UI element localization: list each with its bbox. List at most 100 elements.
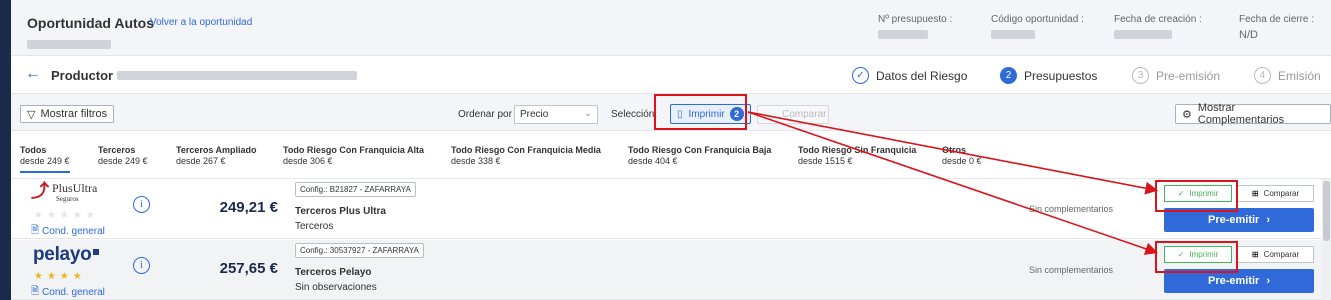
results-toolbar: ▽ Mostrar filtros Ordenar por Precio ⌄ S… <box>11 93 1331 131</box>
complements-status: Sin complementarios <box>1029 265 1114 275</box>
tab-price: desde 1515 € <box>798 156 853 166</box>
compare-button[interactable]: ⊞ Comparar <box>1237 246 1314 263</box>
step-label: Datos del Riesgo <box>876 68 968 83</box>
tab-price: desde 306 € <box>283 156 333 166</box>
rating-stars: ★★★★ <box>34 271 86 282</box>
show-complements-button[interactable]: ⚙ Mostrar Complementarios <box>1175 102 1331 126</box>
tab-todo-riesgo-franquicia-alta[interactable]: Todo Riesgo Con Franquicia Alta desde 306… <box>283 145 424 167</box>
print-selection-button[interactable]: ▯ Imprimir 2 <box>670 104 751 124</box>
close-date-label: Fecha de cierre : <box>1239 14 1315 25</box>
creation-date-value <box>1114 30 1172 39</box>
compare-selection-button[interactable]: Comparar <box>757 105 829 124</box>
tab-terceros[interactable]: Terceros desde 249 € <box>98 145 148 167</box>
left-nav-strip <box>0 0 11 300</box>
pdf-icon: 🗎 <box>31 225 40 236</box>
chevron-right-icon: › <box>1266 214 1271 226</box>
back-to-opportunity-link[interactable]: Volver a la oportunidad <box>150 17 252 28</box>
tab-todo-riesgo-franquicia-media[interactable]: Todo Riesgo Con Franquicia Media desde 33… <box>451 145 601 167</box>
tab-name: Todos <box>20 145 47 155</box>
step-pre-emision[interactable]: 3 Pre-emisión <box>1132 67 1220 84</box>
check-icon: ✓ <box>1177 189 1185 198</box>
tab-name: Terceros Ampliado <box>176 145 257 155</box>
insurer-name: PlusUltra <box>52 181 98 195</box>
selection-label: Selección: <box>611 109 658 120</box>
step-label: Pre-emisión <box>1156 68 1221 83</box>
order-by-label: Ordenar por <box>458 109 512 120</box>
quote-row: ⤴ PlusUltra Seguros ★★★★★ 🗎 Cond. general … <box>11 179 1331 239</box>
info-icon[interactable]: i <box>133 196 150 213</box>
show-filters-button[interactable]: ▽ Mostrar filtros <box>20 105 115 123</box>
tab-name: Todo Riesgo Con Franquicia Alta <box>283 145 425 155</box>
opportunity-header: Oportunidad Autos Volver a la oportunida… <box>11 0 1331 56</box>
product-description: Sin observaciones <box>295 282 377 293</box>
back-arrow-icon[interactable]: ← <box>25 65 41 83</box>
compare-button[interactable]: ⊞ Comparar <box>1237 185 1314 202</box>
check-icon: ✓ <box>1177 250 1185 259</box>
compare-label: Comparar <box>1263 250 1300 259</box>
pelayo-mark-icon <box>93 249 100 255</box>
config-tag: Config.: 30537927 - ZAFARRAYA <box>295 243 424 258</box>
print-selection-label: Imprimir <box>688 108 725 120</box>
tab-todos[interactable]: Todos desde 249 € <box>20 145 70 173</box>
close-date-value: N/D <box>1239 29 1258 41</box>
tab-price: desde 0 € <box>942 156 982 166</box>
opportunity-code-value <box>991 30 1035 39</box>
cond-label: Cond. general <box>42 226 105 237</box>
filter-icon: ▽ <box>27 108 36 121</box>
tab-name: Todo Riesgo Con Franquicia Baja <box>628 145 772 155</box>
pre-emit-button[interactable]: Pre-emitir › <box>1164 269 1314 293</box>
general-conditions-link[interactable]: 🗎 Cond. general <box>31 284 105 300</box>
quote-row: pelayo ★★★★ 🗎 Cond. general i 257,65 € Co… <box>11 240 1331 300</box>
pre-emit-label: Pre-emitir <box>1207 275 1260 287</box>
producer-label: Productor <box>51 68 114 83</box>
step-number: 3 <box>1132 67 1149 84</box>
tab-todo-riesgo-franquicia-baja[interactable]: Todo Riesgo Con Franquicia Baja desde 404… <box>628 145 771 167</box>
print-label: Imprimir <box>1189 250 1219 259</box>
rating-stars: ★★★★★ <box>34 210 99 221</box>
pdf-icon: 🗎 <box>31 286 40 297</box>
pelayo-logo: pelayo <box>33 244 100 266</box>
show-filters-label: Mostrar filtros <box>40 108 108 120</box>
tab-todo-riesgo-sin-franquicia[interactable]: Todo Riesgo Sin Franquicia desde 1515 € <box>798 145 916 167</box>
plusultra-mark-icon: ⤴ <box>31 181 49 201</box>
page-title: Oportunidad Autos <box>27 15 155 31</box>
budget-number-label: Nº presupuesto : <box>878 14 953 25</box>
tab-name: Todo Riesgo Sin Franquicia <box>798 145 917 155</box>
general-conditions-link[interactable]: 🗎 Cond. general <box>31 223 105 240</box>
step-label: Presupuestos <box>1024 68 1098 83</box>
print-checkbox-button[interactable]: ✓ Imprimir <box>1164 246 1232 263</box>
insurer-name: pelayo <box>33 244 92 265</box>
check-icon: ✓ <box>852 67 869 84</box>
compare-icon: ⊞ <box>1251 250 1259 259</box>
opportunity-code-label: Código oportunidad : <box>991 14 1084 25</box>
scrollbar-thumb[interactable] <box>1323 181 1330 241</box>
step-number: 4 <box>1254 67 1271 84</box>
tab-terceros-ampliado[interactable]: Terceros Ampliado desde 267 € <box>176 145 257 167</box>
step-emision[interactable]: 4 Emisión <box>1254 67 1321 84</box>
cond-label: Cond. general <box>42 287 105 298</box>
plusultra-logo: ⤴ PlusUltra Seguros <box>31 181 98 205</box>
pre-emit-button[interactable]: Pre-emitir › <box>1164 208 1314 232</box>
print-checkbox-button[interactable]: ✓ Imprimir <box>1164 185 1232 202</box>
step-presupuestos[interactable]: 2 Presupuestos <box>1000 67 1097 84</box>
tab-price: desde 338 € <box>451 156 501 166</box>
selection-count-badge: 2 <box>729 107 744 121</box>
chevron-down-icon: ⌄ <box>583 108 592 119</box>
order-by-select[interactable]: Precio ⌄ <box>514 105 598 124</box>
scrollbar[interactable] <box>1322 179 1331 300</box>
budget-number-value <box>878 30 928 39</box>
tab-otros[interactable]: Otros desde 0 € <box>942 145 982 167</box>
tab-price: desde 249 € <box>98 156 148 166</box>
document-icon: ▯ <box>677 108 683 120</box>
pre-emit-label: Pre-emitir <box>1207 214 1260 226</box>
gear-icon: ⚙ <box>1182 108 1192 121</box>
show-complements-label: Mostrar Complementarios <box>1197 102 1285 126</box>
step-datos-riesgo[interactable]: ✓ Datos del Riesgo <box>852 67 967 84</box>
info-icon[interactable]: i <box>133 257 150 274</box>
order-by-value: Precio <box>520 109 549 120</box>
config-tag: Config.: B21827 - ZAFARRAYA <box>295 182 416 197</box>
product-description: Terceros <box>295 221 334 232</box>
compare-label: Comparar <box>1263 189 1300 198</box>
tab-price: desde 249 € <box>20 156 70 166</box>
tab-name: Otros <box>942 145 967 155</box>
